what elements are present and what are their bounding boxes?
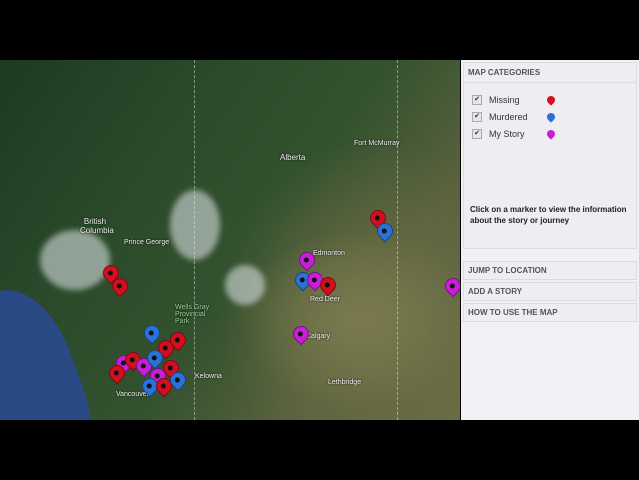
label-edmonton: Edmonton [313, 250, 345, 257]
snow-region [170, 190, 220, 260]
snow-region [40, 230, 110, 290]
label-alberta: Alberta [280, 153, 306, 162]
label-kelowna: Kelowna [195, 373, 222, 380]
checkbox-missing[interactable]: ✔ [472, 94, 482, 105]
province-border [194, 60, 195, 420]
jump-to-location-button[interactable]: JUMP TO LOCATION [463, 261, 637, 280]
checkbox-my-story[interactable]: ✔ [472, 128, 482, 139]
category-label: Murdered [489, 111, 528, 122]
add-a-story-button[interactable]: ADD A STORY [463, 282, 637, 301]
info-text: Click on a marker to view the informatio… [470, 205, 627, 225]
category-missing[interactable]: ✔ Missing [464, 91, 636, 108]
category-label: My Story [489, 128, 525, 139]
my-story-marker[interactable] [289, 322, 313, 346]
pacific-ocean [0, 275, 111, 420]
map[interactable]: Alberta British Columbia Edmonton Calgar… [0, 60, 460, 420]
province-border [397, 60, 398, 420]
category-label: Missing [489, 94, 520, 105]
map-categories-box: MAP CATEGORIES ✔ Missing ✔ Murdered ✔ My St… [463, 62, 637, 249]
blue-marker-icon [545, 110, 557, 123]
label-wells-gray: Wells Gray Provincial Park [175, 304, 210, 325]
snow-region [225, 265, 265, 305]
side-panel: MAP CATEGORIES ✔ Missing ✔ Murdered ✔ My St… [461, 60, 639, 420]
map-categories-title: MAP CATEGORIES [464, 63, 636, 83]
category-murdered[interactable]: ✔ Murdered [464, 108, 636, 125]
label-fort-mcmurray: Fort McMurray [354, 140, 400, 147]
red-marker-icon [545, 93, 557, 106]
my-story-marker[interactable] [441, 274, 460, 298]
label-british-columbia: British Columbia [80, 217, 114, 235]
label-calgary: Calgary [306, 333, 331, 340]
label-red-deer: Red Deer [310, 296, 340, 303]
category-my-story[interactable]: ✔ My Story [464, 125, 636, 142]
label-lethbridge: Lethbridge [328, 379, 362, 386]
checkbox-murdered[interactable]: ✔ [472, 111, 482, 122]
purple-marker-icon [545, 127, 557, 140]
how-to-use-button[interactable]: HOW TO USE THE MAP [463, 303, 637, 322]
label-prince-george: Prince George [124, 239, 170, 246]
